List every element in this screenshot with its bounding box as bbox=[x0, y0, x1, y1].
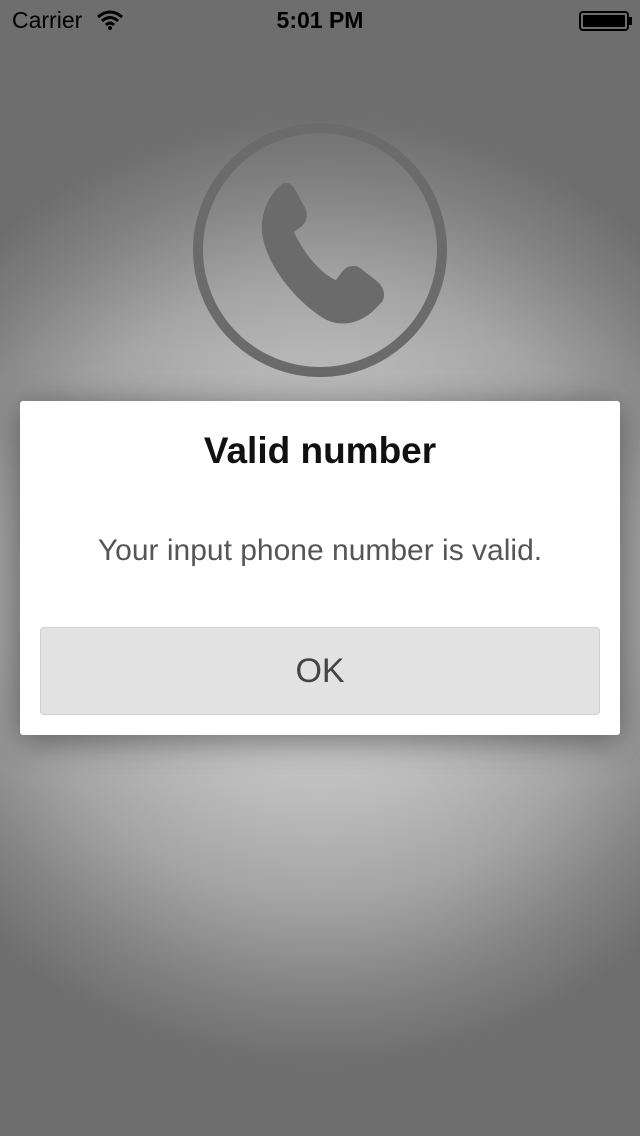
dialog-title: Valid number bbox=[203, 430, 437, 471]
battery-icon bbox=[579, 11, 632, 31]
status-bar: Carrier 5:01 PM bbox=[0, 0, 640, 40]
ok-button[interactable]: OK bbox=[40, 627, 600, 715]
alert-dialog: Valid number Your input phone number is … bbox=[20, 401, 620, 735]
phone-icon bbox=[193, 123, 447, 377]
status-time: 5:01 PM bbox=[276, 7, 364, 33]
dialog-message: Your input phone number is valid. bbox=[97, 534, 543, 567]
